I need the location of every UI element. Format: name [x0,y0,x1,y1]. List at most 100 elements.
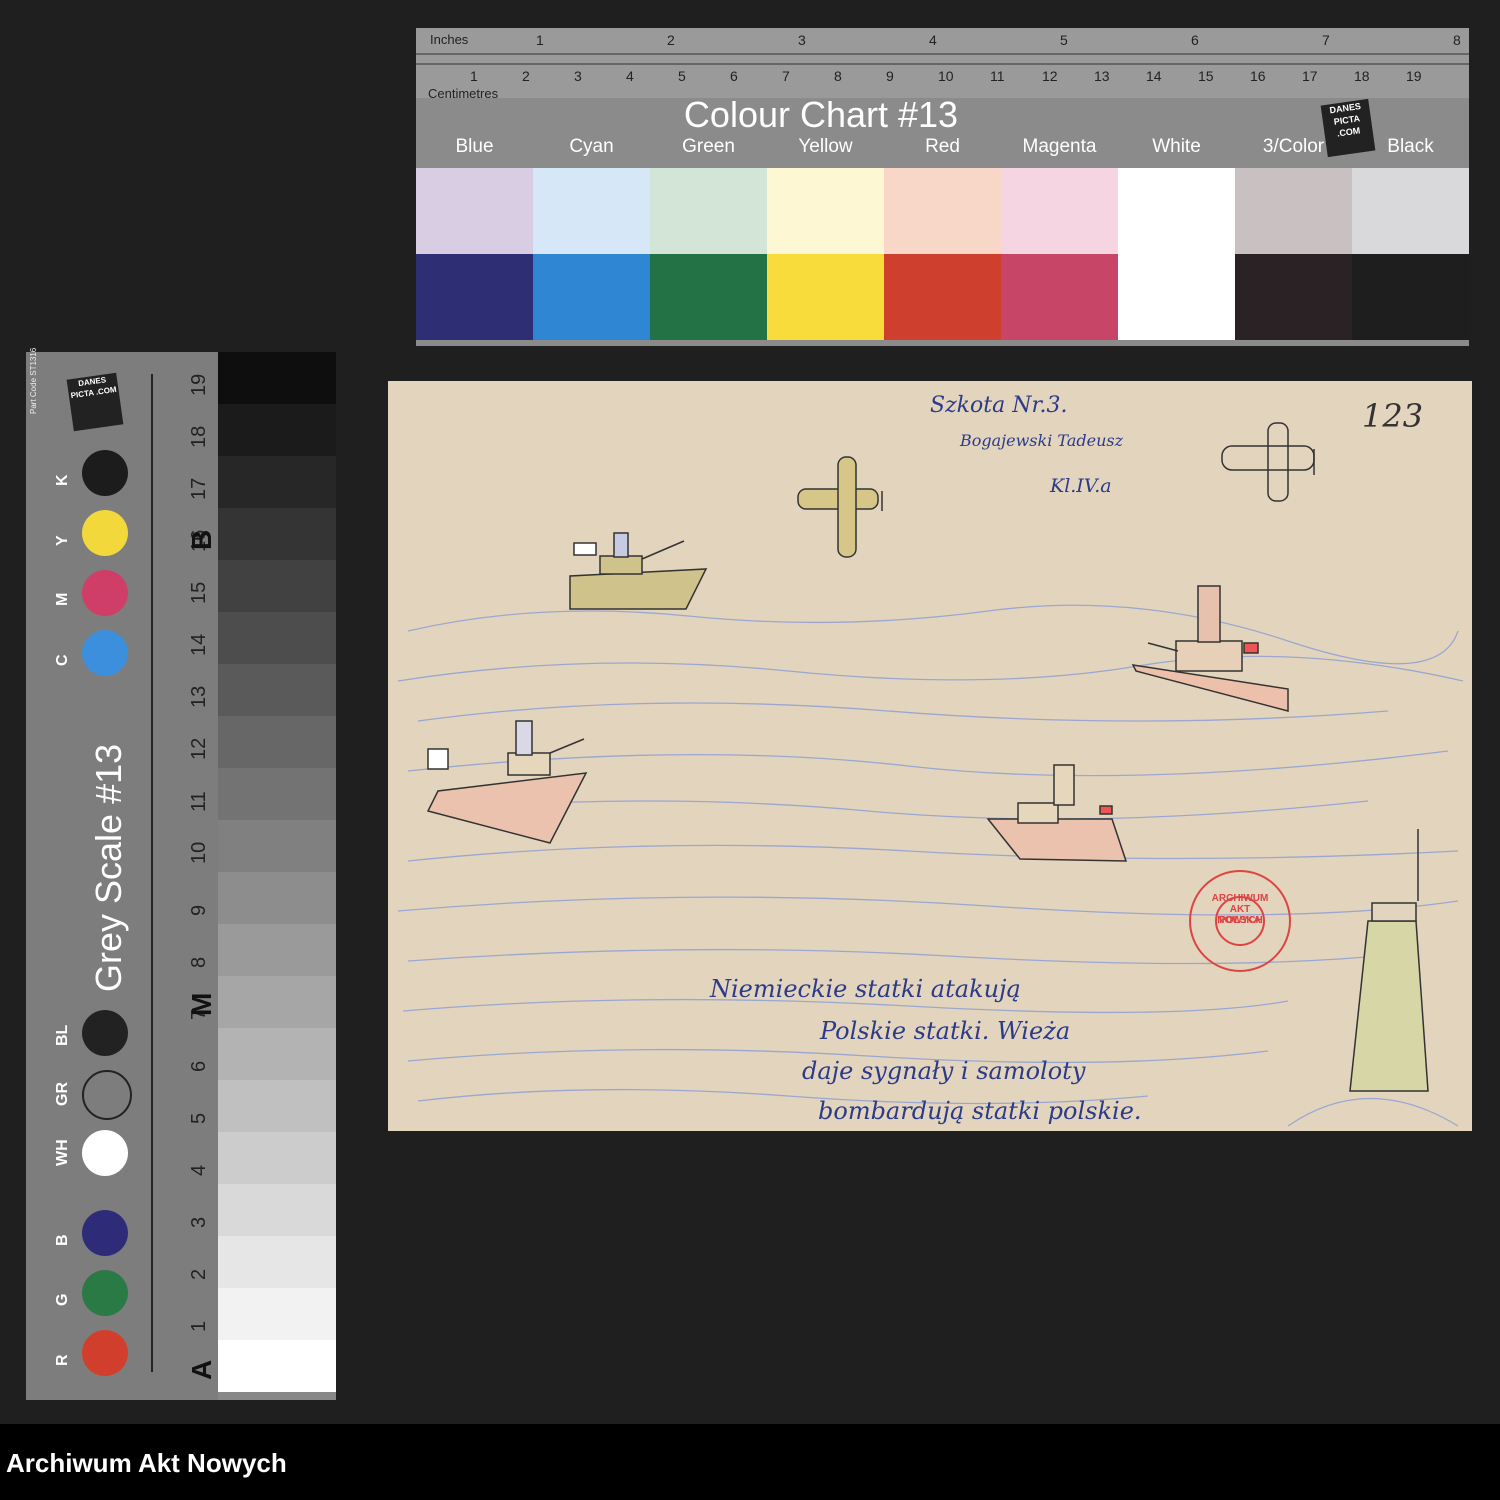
grey-scale-number: 9 [188,904,210,916]
ruler: Inches Centimetres 12345678 1 2 3 4 5 6 7 8 9 10 1… [416,28,1469,101]
grey-scale-letter-a: A [186,1359,217,1380]
swatch-light [767,168,884,254]
grey-step [218,872,336,924]
cm-tick-label: 8 [834,68,842,84]
grey-scale-dot [82,1270,128,1316]
grey-step [218,456,336,508]
caption-line-4: bombardują statki polskie. [818,1097,1142,1125]
swatch-dark [767,254,884,340]
swatch-label: White [1152,136,1201,157]
cm-tick-label: 2 [522,68,530,84]
swatch-light [884,168,1001,254]
grey-scale-number: 6 [188,1060,210,1072]
cm-tick-label: 12 [1042,68,1058,84]
grey-scale-dot-label: C [54,654,71,666]
swatch-dark [416,254,533,340]
cm-tick-label: 10 [938,68,954,84]
swatch-light [1118,168,1235,254]
cm-tick-label: 17 [1302,68,1318,84]
grey-scale-number: 17 [188,477,210,500]
archive-stamp-center: POLSKA [1219,915,1261,926]
grey-scale-number: 2 [188,1268,210,1280]
school-label: Szkota Nr.3. [930,393,1068,418]
swatch-light [416,168,533,254]
swatch-label: Cyan [569,136,614,157]
swatch-light [650,168,767,254]
grey-scale-number: 19 [188,373,210,396]
grey-scale-letter-m: M [186,992,217,1016]
swatch-dark [1352,254,1469,340]
footer-bar: Archiwum Akt Nowych [0,1424,1500,1500]
student-name: Bogajewski Tadeusz [960,431,1124,450]
cm-tick-label: 15 [1198,68,1214,84]
grey-step [218,1288,336,1340]
grey-scale-number: 18 [188,425,210,448]
swatch-label: Red [925,136,960,157]
inch-tick-label: 2 [667,32,675,48]
item-number: 123 [1362,397,1424,435]
grey-scale-dot [82,1330,128,1376]
cm-tick-label: 16 [1250,68,1266,84]
swatch-light [1352,168,1469,254]
grey-scale-dot-label: R [54,1354,71,1366]
swatch-dark [1118,254,1235,340]
inch-tick-label: 3 [798,32,806,48]
grey-scale-dot [82,1210,128,1256]
class-label: Kl.IV.a [1050,475,1112,497]
grey-step [218,404,336,456]
swatch-label: Black [1387,136,1434,157]
grey-scale-number: 5 [188,1112,210,1124]
grey-step [218,664,336,716]
grey-scale-number: 4 [188,1164,210,1176]
grey-step [218,508,336,560]
grey-scale-number: 13 [188,685,210,708]
grey-step [218,976,336,1028]
cm-tick-label: 14 [1146,68,1162,84]
grey-scale-dot-label: GR [54,1082,71,1106]
grey-scale-dot [82,510,128,556]
cm-tick-label: 18 [1354,68,1370,84]
grey-scale-dot [82,570,128,616]
grey-step [218,820,336,872]
grey-step [218,1080,336,1132]
caption-line-2: Polskie statki. Wieża [820,1017,1071,1045]
grey-scale-dot-label: K [54,474,71,486]
inch-tick-label: 5 [1060,32,1068,48]
colour-chart: Inches Centimetres 12345678 1 2 3 4 5 6 7 8 9 10 1… [416,28,1469,346]
inch-tick-label: 4 [929,32,937,48]
swatch-label: Blue [455,136,494,157]
swatch-light [1001,168,1118,254]
grey-scale-divider [151,374,153,1372]
cm-tick-label: 5 [678,68,686,84]
inch-tick-label: 1 [536,32,544,48]
chart-title: Colour Chart #13 [683,94,959,135]
swatch-dark [533,254,650,340]
grey-scale-dot [82,450,128,496]
grey-scale-number: 14 [188,633,210,656]
cm-tick-label: 3 [574,68,582,84]
grey-scale-number: 12 [188,737,210,760]
grey-step [218,716,336,768]
grey-step [218,924,336,976]
part-code: Part Code ST1316 [29,347,38,414]
cm-tick-label: 6 [730,68,738,84]
grey-scale-dot [82,1010,128,1056]
grey-scale-dot [82,1070,132,1120]
cm-tick-label: 19 [1406,68,1422,84]
grey-scale-number: 15 [188,581,210,604]
grey-scale-dot-label: Y [54,535,71,546]
inch-tick-label: 7 [1322,32,1330,48]
grey-scale-card: Part Code ST1316 DANES PICTA .COM Grey S… [26,348,336,1400]
swatch-label: Yellow [798,136,853,157]
grey-scale-dot [82,630,128,676]
swatch-label: 3/Color [1262,136,1325,157]
grey-scale-letter-b: B [186,529,217,550]
grey-scale-number: 11 [188,791,210,812]
grey-step [218,352,336,404]
grey-step [218,1028,336,1080]
inch-tick-label: 8 [1453,32,1461,48]
cm-tick-label: 13 [1094,68,1110,84]
grey-scale-dot-label: BL [54,1024,71,1046]
grey-step [218,1184,336,1236]
grey-step [218,560,336,612]
